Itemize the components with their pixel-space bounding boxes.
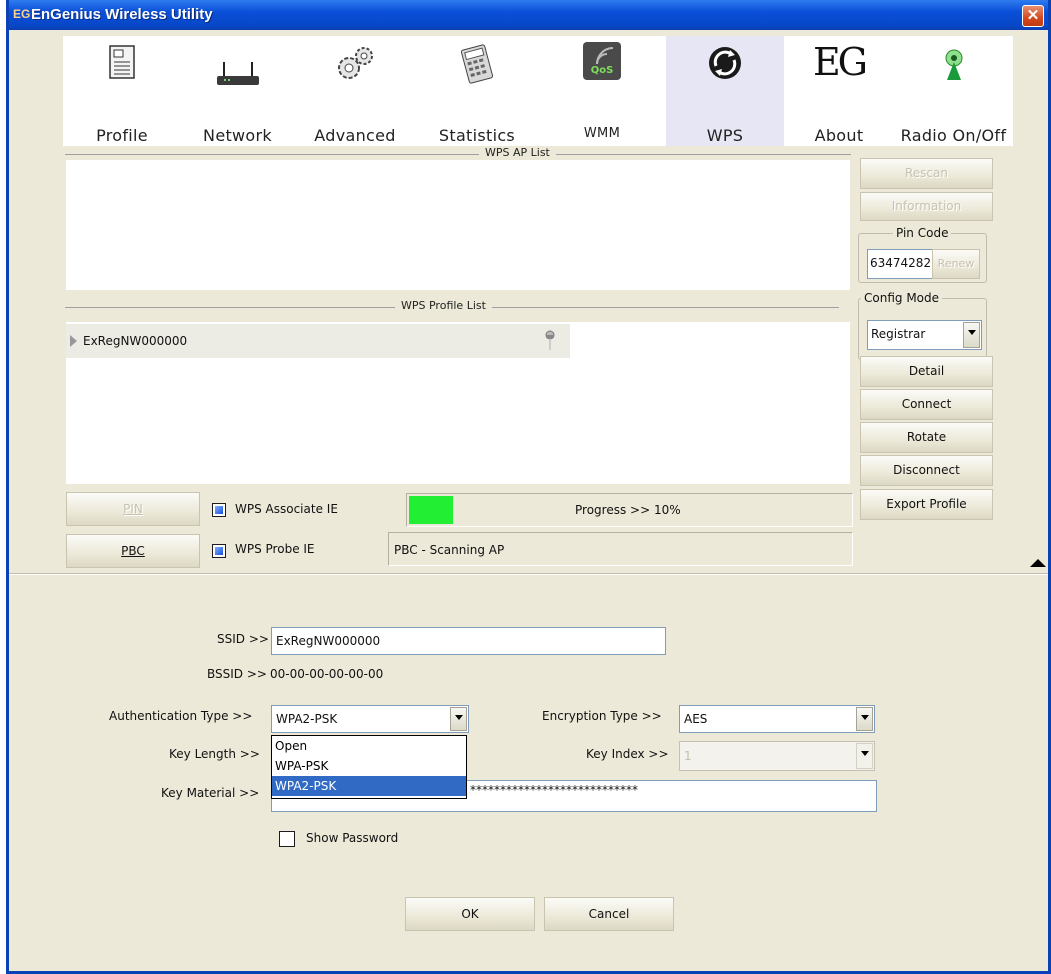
authentication-type-label: Authentication Type >>	[109, 709, 253, 723]
chevron-down-icon	[450, 707, 467, 731]
auth-option-wpa-psk[interactable]: WPA-PSK	[272, 756, 466, 776]
utility-window: EG EnGenius Wireless Utility ✕ Profile N…	[6, 0, 1051, 974]
wps-profile-list-title: WPS Profile List	[395, 299, 492, 312]
chevron-down-icon	[963, 322, 980, 348]
main-toolbar: Profile Network Advanced Statistics QoS …	[63, 36, 1013, 146]
authentication-type-options[interactable]: Open WPA-PSK WPA2-PSK	[271, 735, 467, 799]
bssid-value: 00-00-00-00-00-00	[270, 667, 384, 681]
qos-icon-text: QoS	[590, 65, 614, 76]
profile-icon	[107, 44, 137, 84]
ok-button[interactable]: OK	[405, 897, 535, 931]
rescan-button[interactable]: Rescan	[860, 158, 993, 189]
toolbar-radio[interactable]: Radio On/Off	[894, 36, 1013, 146]
toolbar-wps[interactable]: WPS	[666, 36, 784, 146]
toolbar-profile[interactable]: Profile	[63, 36, 181, 146]
wps-associate-ie-checkbox[interactable]	[212, 503, 226, 517]
pin-button[interactable]: PIN	[66, 492, 200, 526]
ap-list-divider	[65, 154, 851, 155]
pin-code-label: Pin Code	[893, 226, 952, 240]
app-icon: EG	[13, 7, 31, 21]
authentication-type-value: WPA2-PSK	[276, 712, 338, 726]
encryption-type-value: AES	[684, 712, 708, 726]
authentication-type-select[interactable]: WPA2-PSK	[271, 705, 469, 733]
progress-text: Progress >> 10%	[575, 503, 681, 517]
toolbar-label: WPS	[706, 126, 744, 145]
detail-button[interactable]: Detail	[860, 356, 993, 387]
encryption-type-label: Encryption Type >>	[542, 709, 662, 723]
toolbar-label: Statistics	[438, 126, 516, 145]
section-separator	[9, 573, 1048, 575]
config-mode-select[interactable]: Registrar	[867, 320, 982, 350]
toolbar-wmm[interactable]: QoS WMM	[538, 36, 666, 146]
close-icon: ✕	[1026, 7, 1040, 24]
ssid-label: SSID >>	[217, 632, 269, 646]
key-index-label: Key Index >>	[586, 747, 669, 761]
cancel-button[interactable]: Cancel	[544, 897, 674, 931]
chevron-down-icon	[856, 743, 873, 769]
qos-icon: QoS	[583, 42, 621, 80]
wps-progress-bar: Progress >> 10%	[406, 493, 853, 527]
radio-antenna-icon	[941, 48, 967, 86]
toolbar-label: Profile	[96, 126, 148, 145]
wps-probe-ie-checkbox[interactable]	[212, 544, 226, 558]
key-length-label: Key Length >>	[169, 747, 260, 761]
toolbar-statistics[interactable]: Statistics	[416, 36, 538, 146]
key-index-value: 1	[684, 749, 692, 763]
rotate-button[interactable]: Rotate	[860, 422, 993, 453]
show-password-label: Show Password	[306, 831, 399, 845]
profile-name: ExRegNW000000	[83, 334, 188, 348]
window-title: EnGenius Wireless Utility	[31, 6, 213, 23]
collapse-up-icon[interactable]	[1030, 559, 1046, 567]
show-password-checkbox[interactable]	[279, 831, 295, 847]
network-icon	[215, 62, 261, 92]
wps-profile-list[interactable]: ExRegNW000000	[66, 322, 850, 484]
gears-icon	[334, 44, 376, 88]
information-button[interactable]: Information	[860, 192, 993, 221]
export-profile-button[interactable]: Export Profile	[860, 489, 993, 520]
config-mode-label: Config Mode	[861, 291, 943, 305]
toolbar-label: Advanced	[314, 126, 396, 145]
wps-associate-ie-label: WPS Associate IE	[235, 502, 338, 516]
connect-button[interactable]: Connect	[860, 389, 993, 420]
wps-icon	[706, 44, 744, 86]
toolbar-network[interactable]: Network	[181, 36, 294, 146]
progress-fill	[409, 496, 453, 524]
close-button[interactable]: ✕	[1022, 5, 1044, 27]
wps-probe-ie-label: WPS Probe IE	[235, 542, 315, 556]
wps-ap-list-title: WPS AP List	[479, 146, 556, 159]
toolbar-advanced[interactable]: Advanced	[294, 36, 416, 146]
pin-code-field: 63474282	[867, 249, 935, 279]
toolbar-label: WMM	[583, 126, 621, 141]
renew-button[interactable]: Renew	[932, 249, 980, 279]
toolbar-label: About	[814, 126, 864, 145]
key-material-label: Key Material >>	[161, 786, 260, 800]
wps-ap-list[interactable]	[66, 160, 850, 290]
title-bar[interactable]: EG EnGenius Wireless Utility ✕	[9, 0, 1048, 30]
chevron-down-icon	[856, 707, 873, 731]
lock-icon	[545, 330, 555, 356]
disconnect-button[interactable]: Disconnect	[860, 455, 993, 486]
row-arrow-icon	[70, 335, 77, 347]
eg-logo-icon: EG	[812, 40, 868, 84]
encryption-type-select[interactable]: AES	[679, 705, 875, 733]
key-index-select[interactable]: 1	[679, 741, 875, 771]
auth-option-wpa2-psk[interactable]: WPA2-PSK	[272, 776, 466, 796]
toolbar-label: Network	[203, 126, 272, 145]
wps-status-field: PBC - Scanning AP	[388, 532, 853, 566]
calculator-icon	[459, 44, 495, 88]
toolbar-label: Radio On/Off	[900, 126, 1007, 145]
list-item[interactable]: ExRegNW000000	[66, 324, 570, 358]
ssid-field[interactable]: ExRegNW000000	[271, 627, 666, 655]
auth-option-open[interactable]: Open	[272, 736, 466, 756]
status-text: PBC - Scanning AP	[394, 543, 505, 557]
bssid-label: BSSID >>	[207, 667, 267, 681]
pbc-button[interactable]: PBC	[66, 534, 200, 568]
toolbar-about[interactable]: EG About	[784, 36, 894, 146]
config-mode-value: Registrar	[871, 327, 926, 341]
